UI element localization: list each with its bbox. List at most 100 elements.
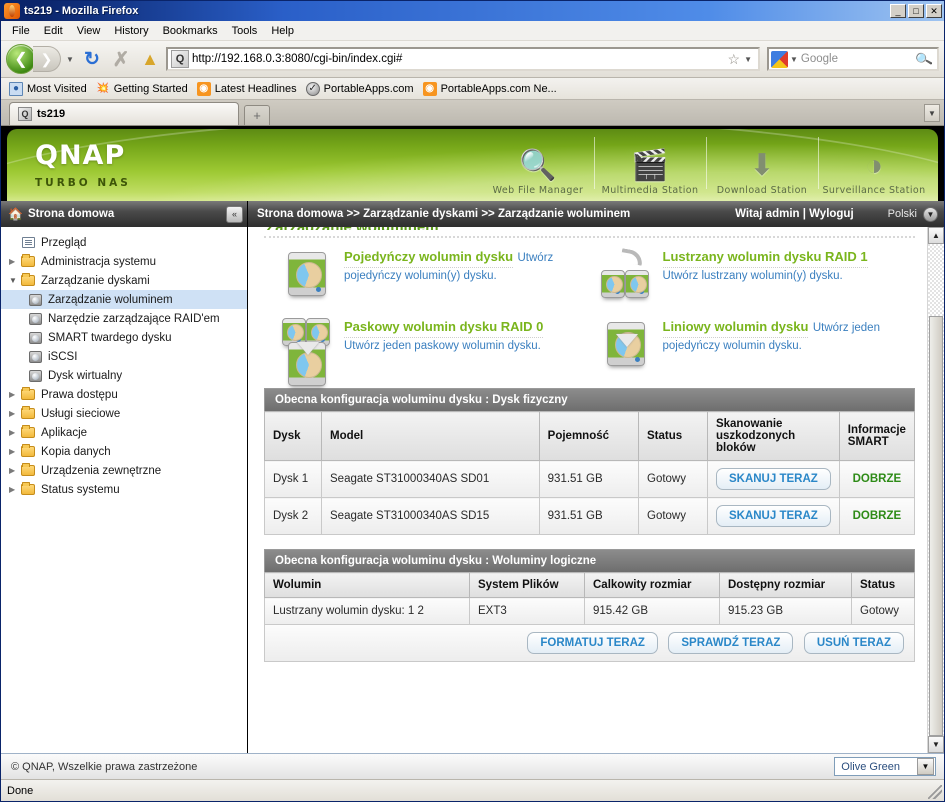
- maximize-button[interactable]: □: [908, 4, 924, 18]
- sidebar-item-zarzadzanie-woluminem[interactable]: Zarządzanie woluminem: [1, 290, 247, 309]
- volume-type-mirror[interactable]: Lustrzany wolumin dysku RAID 1 Utwórz lu…: [599, 248, 918, 304]
- sidebar-item-label: Dysk wirtualny: [48, 369, 123, 382]
- theme-selected-value: Olive Green: [841, 760, 900, 773]
- check-now-button[interactable]: SPRAWDŹ TERAZ: [668, 632, 794, 654]
- sidebar-item-prawa-dostepu[interactable]: ▶ Prawa dostępu: [1, 385, 247, 404]
- chevron-down-icon[interactable]: ▼: [917, 758, 934, 775]
- scan-now-button[interactable]: SKANUJ TERAZ: [715, 468, 831, 490]
- iscsi-icon: [27, 350, 43, 364]
- scan-now-button[interactable]: SKANUJ TERAZ: [715, 505, 831, 527]
- format-now-button[interactable]: FORMATUJ TERAZ: [527, 632, 658, 654]
- chevron-down-icon[interactable]: ▼: [923, 206, 938, 222]
- menu-history[interactable]: History: [107, 23, 155, 39]
- theme-select[interactable]: Olive Green ▼: [834, 757, 936, 776]
- forward-button[interactable]: ❯: [33, 46, 61, 72]
- scrollbar-track[interactable]: [928, 244, 944, 736]
- chevron-right-icon[interactable]: ▶: [9, 428, 20, 437]
- sidebar-item-zarzadzanie-dyskami[interactable]: ▼ Zarządzanie dyskami: [1, 271, 247, 290]
- logical-table-caption: Obecna konfiguracja woluminu dysku : Wol…: [264, 549, 915, 572]
- search-engine-dropdown-icon[interactable]: ▼: [790, 55, 801, 64]
- bookmark-most-visited[interactable]: ● Most Visited: [7, 81, 92, 97]
- bookmark-portableapps-news[interactable]: ◉ PortableApps.com Ne...: [421, 81, 562, 97]
- overview-icon: [20, 236, 36, 250]
- sidebar-item-status-systemu[interactable]: ▶ Status systemu: [1, 480, 247, 499]
- delete-now-button[interactable]: USUŃ TERAZ: [803, 632, 904, 654]
- sidebar-item-uslugi-sieciowe[interactable]: ▶ Usługi sieciowe: [1, 404, 247, 423]
- search-input[interactable]: Google: [801, 53, 916, 65]
- stop-icon[interactable]: ✗: [108, 46, 134, 72]
- search-bar[interactable]: ▼ Google 🔍: [767, 47, 939, 71]
- smart-status-badge[interactable]: DOBRZE: [853, 510, 902, 522]
- page-body: Przegląd ▶ Administracja systemu ▼ Zarzą…: [1, 227, 944, 753]
- bookmark-portableapps[interactable]: ✓ PortableApps.com: [304, 81, 419, 97]
- chevron-right-icon[interactable]: ▶: [9, 409, 20, 418]
- sidebar-item-przeglad[interactable]: Przegląd: [1, 233, 247, 252]
- scroll-down-button[interactable]: ▼: [928, 736, 944, 753]
- menu-file[interactable]: File: [5, 23, 37, 39]
- station-multimedia[interactable]: 🎬 Multimedia Station: [594, 129, 706, 201]
- volume-type-linear[interactable]: Liniowy wolumin dysku Utwórz jeden pojed…: [599, 318, 918, 374]
- url-dropdown-icon[interactable]: ▼: [744, 55, 756, 64]
- close-button[interactable]: ✕: [926, 4, 942, 18]
- globe-icon: ●: [9, 81, 23, 96]
- volume-type-title[interactable]: Liniowy wolumin dysku: [662, 319, 809, 338]
- tab-ts219[interactable]: Q ts219: [9, 102, 239, 125]
- volume-type-title[interactable]: Lustrzany wolumin dysku RAID 1: [662, 249, 868, 268]
- chevron-right-icon[interactable]: ▶: [9, 466, 20, 475]
- sidebar-item-dysk-wirtualny[interactable]: Dysk wirtualny: [1, 366, 247, 385]
- bookmark-getting-started[interactable]: 💥 Getting Started: [94, 81, 193, 97]
- table-header-row: Wolumin System Plików Calkowity rozmiar …: [264, 572, 915, 598]
- qnap-banner: QNAP TURBO NAS 🔍 Web File Manager 🎬 Mult…: [1, 126, 944, 201]
- sidebar-item-administracja-systemu[interactable]: ▶ Administracja systemu: [1, 252, 247, 271]
- scroll-up-button[interactable]: ▲: [928, 227, 944, 244]
- tab-list-dropdown-icon[interactable]: ▼: [924, 104, 940, 122]
- home-bar[interactable]: 🏠 Strona domowa «: [1, 201, 248, 227]
- chevron-right-icon[interactable]: ▶: [9, 485, 20, 494]
- smart-status-badge[interactable]: DOBRZE: [853, 473, 902, 485]
- qnap-logo[interactable]: QNAP TURBO NAS: [35, 142, 131, 189]
- back-button[interactable]: ❮: [6, 44, 36, 74]
- chevron-down-icon[interactable]: ▼: [9, 276, 20, 285]
- volume-type-title[interactable]: Paskowy wolumin dysku RAID 0: [344, 319, 544, 338]
- url-text[interactable]: http://192.168.0.3:8080/cgi-bin/index.cg…: [192, 53, 724, 65]
- station-label: Surveillance Station: [822, 185, 926, 196]
- sidebar-item-urzadzenia-zewnetrzne[interactable]: ▶ Urządzenia zewnętrzne: [1, 461, 247, 480]
- sidebar-item-smart[interactable]: SMART twardego dysku: [1, 328, 247, 347]
- cell-model: Seagate ST31000340AS SD01: [321, 460, 540, 498]
- reload-icon[interactable]: ↻: [79, 46, 105, 72]
- bookmark-star-icon[interactable]: ☆: [724, 51, 745, 68]
- station-web-file-manager[interactable]: 🔍 Web File Manager: [482, 129, 594, 201]
- minimize-button[interactable]: _: [890, 4, 906, 18]
- sidebar-item-aplikacje[interactable]: ▶ Aplikacje: [1, 423, 247, 442]
- sidebar-item-raid-manager[interactable]: Narzędzie zarządzające RAID'em: [1, 309, 247, 328]
- history-dropdown-icon[interactable]: ▼: [64, 55, 76, 64]
- menu-tools[interactable]: Tools: [225, 23, 265, 39]
- station-surveillance[interactable]: ◑ Surveillance Station: [818, 129, 930, 201]
- new-tab-button[interactable]: +: [244, 105, 270, 125]
- home-icon[interactable]: ▲: [137, 46, 163, 72]
- sidebar-item-iscsi[interactable]: iSCSI: [1, 347, 247, 366]
- sidebar-item-kopia-danych[interactable]: ▶ Kopia danych: [1, 442, 247, 461]
- address-bar[interactable]: Q http://192.168.0.3:8080/cgi-bin/index.…: [166, 47, 760, 71]
- firefox-window: ts219 - Mozilla Firefox _ □ ✕ File Edit …: [0, 0, 945, 802]
- chevron-right-icon[interactable]: ▶: [9, 447, 20, 456]
- station-download[interactable]: ⬇ Download Station: [706, 129, 818, 201]
- content-scrollbar[interactable]: ▲ ▼: [927, 227, 944, 753]
- resize-grip[interactable]: [928, 785, 942, 799]
- volume-type-stripe[interactable]: Paskowy wolumin dysku RAID 0 Utwórz jede…: [280, 318, 599, 386]
- menu-help[interactable]: Help: [264, 23, 301, 39]
- search-icon[interactable]: 🔍: [914, 49, 939, 70]
- welcome-logout[interactable]: Witaj admin | Wyloguj: [735, 208, 854, 220]
- col-pojemnosc: Pojemność: [538, 411, 640, 461]
- volume-type-single[interactable]: Pojedyńczy wolumin dysku Utwórz pojedyńc…: [280, 248, 599, 304]
- menu-view[interactable]: View: [70, 23, 108, 39]
- chevron-right-icon[interactable]: ▶: [9, 390, 20, 399]
- scrollbar-thumb[interactable]: [929, 316, 943, 736]
- collapse-sidebar-button[interactable]: «: [226, 205, 243, 223]
- menu-edit[interactable]: Edit: [37, 23, 70, 39]
- chevron-right-icon[interactable]: ▶: [9, 257, 20, 266]
- menu-bookmarks[interactable]: Bookmarks: [156, 23, 225, 39]
- bookmark-latest-headlines[interactable]: ◉ Latest Headlines: [195, 81, 302, 97]
- volume-type-title[interactable]: Pojedyńczy wolumin dysku: [344, 249, 514, 268]
- rss-icon: ◉: [196, 81, 211, 96]
